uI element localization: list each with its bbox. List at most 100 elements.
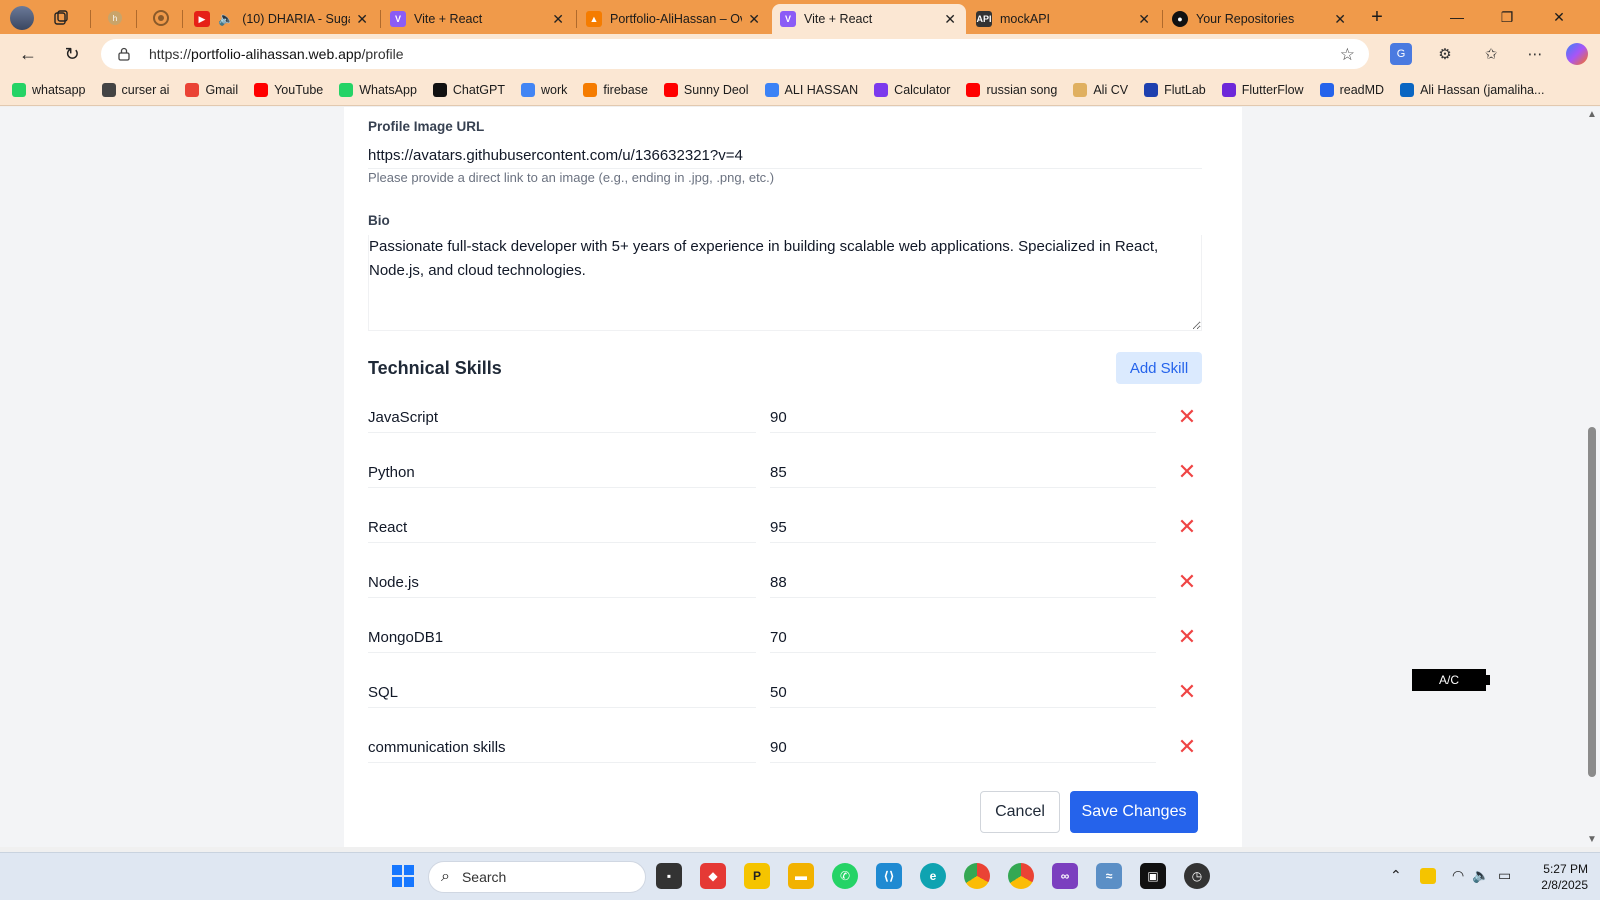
back-button[interactable]: ← [16, 42, 40, 66]
close-tab-icon[interactable]: ✕ [748, 11, 760, 28]
resource-monitor-icon[interactable]: ≈ [1096, 863, 1122, 889]
start-menu-icon[interactable] [390, 863, 416, 889]
tab-firebase-console[interactable]: ▲ Portfolio-AliHassan – Ove ✕ [578, 4, 770, 34]
chrome-dev-icon[interactable] [1008, 863, 1034, 889]
more-menu-icon[interactable]: ⋯ [1524, 43, 1546, 65]
taskbar-search-box[interactable]: ⌕ Search [428, 861, 646, 893]
skill-level-input[interactable] [770, 403, 1156, 433]
bookmark-item[interactable]: curser ai [101, 82, 169, 97]
tab-github-repos[interactable]: ● Your Repositories ✕ [1164, 4, 1356, 34]
close-tab-icon[interactable]: ✕ [552, 11, 564, 28]
volume-icon[interactable]: 🔈 [1472, 867, 1489, 884]
whatsapp-icon[interactable]: ✆ [832, 863, 858, 889]
collections-icon[interactable] [52, 9, 70, 27]
bookmark-item[interactable]: Ali Hassan (jamaliha... [1400, 82, 1544, 97]
minimize-button[interactable]: — [1442, 6, 1472, 28]
remove-skill-icon[interactable]: ✕ [1176, 736, 1198, 758]
skill-level-input[interactable] [770, 568, 1156, 598]
profile-image-url-input[interactable] [368, 143, 1202, 169]
remove-skill-icon[interactable]: ✕ [1176, 626, 1198, 648]
close-tab-icon[interactable]: ✕ [1138, 11, 1150, 28]
scroll-down-arrow-icon[interactable]: ▼ [1587, 834, 1597, 845]
tab-vite-react-active[interactable]: V Vite + React ✕ [772, 4, 966, 34]
skill-level-input[interactable] [770, 733, 1156, 763]
bookmark-item[interactable]: russian song [966, 82, 1057, 97]
skill-name-input[interactable] [368, 733, 756, 763]
battery-icon[interactable]: ▭ [1498, 867, 1511, 884]
chrome-icon[interactable] [964, 863, 990, 889]
speaker-icon[interactable]: 🔈 [218, 11, 234, 27]
bookmark-item[interactable]: YouTube [254, 82, 323, 97]
skill-name-input[interactable] [368, 513, 756, 543]
tab-vite-react[interactable]: V Vite + React ✕ [382, 4, 574, 34]
cancel-button[interactable]: Cancel [980, 791, 1060, 833]
bookmark-item[interactable]: Ali CV [1073, 82, 1128, 97]
bookmark-item[interactable]: Calculator [874, 82, 950, 97]
terminal-app-icon[interactable]: ▣ [1140, 863, 1166, 889]
bookmark-item[interactable]: Gmail [185, 82, 238, 97]
vscode-icon[interactable]: ⟨⟩ [876, 863, 902, 889]
copilot-icon[interactable] [1566, 43, 1588, 65]
skill-name-input[interactable] [368, 403, 756, 433]
close-tab-icon[interactable]: ✕ [944, 11, 956, 28]
remove-skill-icon[interactable]: ✕ [1176, 461, 1198, 483]
bookmark-item[interactable]: Sunny Deol [663, 82, 749, 97]
lock-icon[interactable] [117, 47, 131, 61]
bookmark-item[interactable]: WhatsApp [339, 82, 417, 97]
skill-level-input[interactable] [770, 513, 1156, 543]
edge-icon[interactable]: e [920, 863, 946, 889]
remove-skill-icon[interactable]: ✕ [1176, 516, 1198, 538]
remove-skill-icon[interactable]: ✕ [1176, 406, 1198, 428]
anydesk-icon[interactable]: ◆ [700, 863, 726, 889]
close-window-button[interactable]: ✕ [1544, 6, 1574, 28]
address-bar[interactable]: https://portfolio-alihassan.web.app/prof… [101, 39, 1369, 69]
bookmark-item[interactable]: FlutLab [1144, 82, 1206, 97]
favorites-icon[interactable]: ✩ [1480, 43, 1502, 65]
page-scrollbar[interactable]: ▲ ▼ [1584, 107, 1600, 847]
restore-button[interactable]: ❐ [1492, 6, 1522, 28]
tray-overflow-chevron-icon[interactable]: ⌃ [1390, 867, 1402, 884]
bookmark-item[interactable]: ALI HASSAN [764, 82, 858, 97]
scroll-up-arrow-icon[interactable]: ▲ [1587, 109, 1597, 120]
save-changes-button[interactable]: Save Changes [1070, 791, 1198, 833]
bookmark-item[interactable]: ChatGPT [432, 82, 505, 97]
close-tab-icon[interactable]: ✕ [1334, 11, 1346, 28]
remove-skill-icon[interactable]: ✕ [1176, 571, 1198, 593]
clock-app-icon[interactable]: ◷ [1184, 863, 1210, 889]
bookmark-item[interactable]: work [521, 82, 567, 97]
reload-button[interactable]: ↻ [60, 42, 84, 66]
skill-level-input[interactable] [770, 623, 1156, 653]
skill-name-input[interactable] [368, 458, 756, 488]
scrollbar-thumb[interactable] [1588, 427, 1596, 777]
task-view-icon[interactable]: ▪ [656, 863, 682, 889]
taskbar-clock[interactable]: 5:27 PM 2/8/2025 [1530, 861, 1588, 893]
tray-app-icon[interactable] [1420, 868, 1436, 884]
skill-row: ✕ [368, 403, 1202, 435]
skill-level-input[interactable] [770, 458, 1156, 488]
bookmark-item[interactable]: readMD [1319, 82, 1384, 97]
profile-avatar[interactable] [10, 6, 34, 30]
bookmark-item[interactable]: FlutterFlow [1221, 82, 1304, 97]
pinned-tab-icon[interactable]: h [106, 9, 124, 27]
skill-name-input[interactable] [368, 678, 756, 708]
bookmark-item[interactable]: whatsapp [12, 82, 86, 97]
skill-level-input[interactable] [770, 678, 1156, 708]
extensions-icon[interactable]: ⚙ [1434, 43, 1456, 65]
wifi-icon[interactable]: ◠ [1452, 867, 1464, 884]
tab-mockapi[interactable]: API mockAPI ✕ [968, 4, 1160, 34]
favorite-star-icon[interactable]: ☆ [1340, 45, 1355, 65]
visual-studio-icon[interactable]: ∞ [1052, 863, 1078, 889]
tab-youtube[interactable]: ▶ 🔈 (10) DHARIA - Sugar ✕ [186, 4, 378, 34]
translate-icon[interactable]: G [1390, 43, 1412, 65]
pinned-tab-icon[interactable] [152, 9, 170, 27]
close-tab-icon[interactable]: ✕ [356, 11, 368, 28]
remove-skill-icon[interactable]: ✕ [1176, 681, 1198, 703]
skill-name-input[interactable] [368, 623, 756, 653]
app-icon[interactable]: P [744, 863, 770, 889]
skill-name-input[interactable] [368, 568, 756, 598]
bio-textarea[interactable]: Passionate full-stack developer with 5+ … [368, 235, 1202, 331]
new-tab-button[interactable]: + [1362, 6, 1392, 28]
file-explorer-icon[interactable]: ▬ [788, 863, 814, 889]
add-skill-button[interactable]: Add Skill [1116, 352, 1202, 384]
bookmark-item[interactable]: firebase [583, 82, 648, 97]
